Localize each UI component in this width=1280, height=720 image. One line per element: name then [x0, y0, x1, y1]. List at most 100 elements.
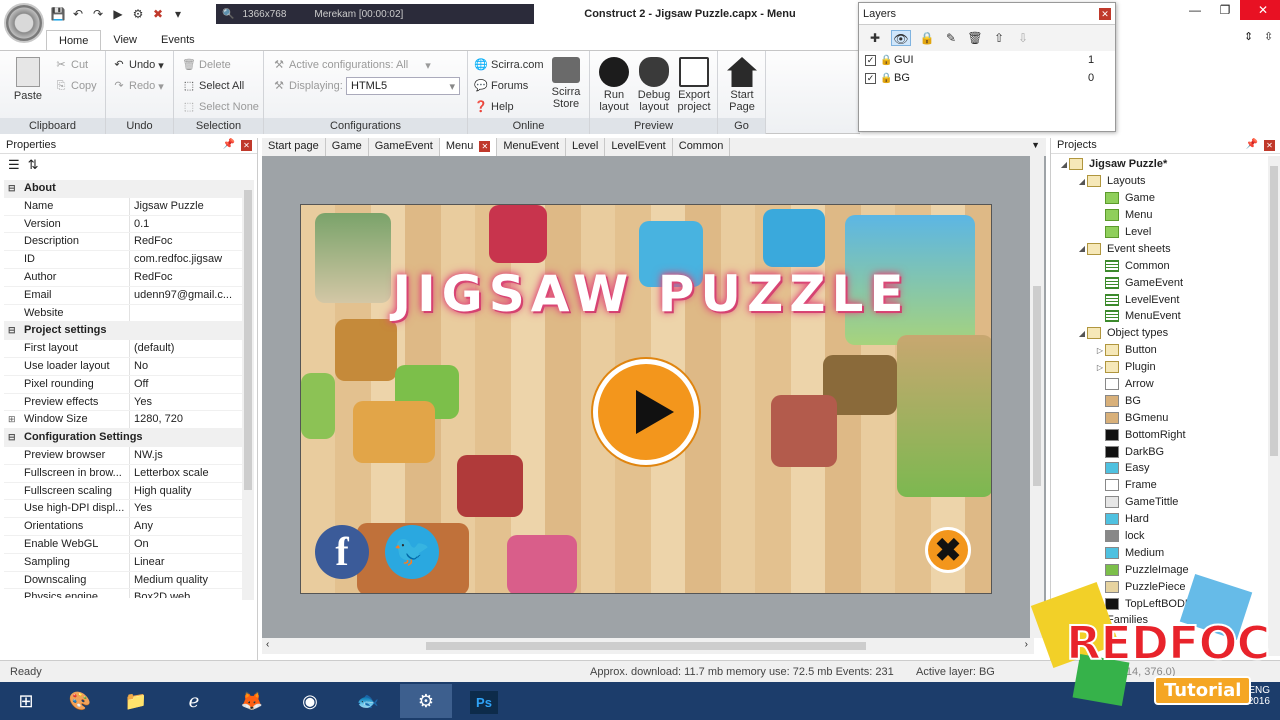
- tree-item[interactable]: ◢ Event sheets: [1051, 240, 1269, 257]
- run-layout-button[interactable]: Run layout: [594, 57, 634, 113]
- property-value[interactable]: Off: [130, 376, 240, 393]
- tree-item[interactable]: Game: [1051, 190, 1269, 207]
- redo-icon[interactable]: ↷: [90, 6, 106, 22]
- layer-row-gui[interactable]: ✓ 🔒 GUI 1: [859, 51, 1115, 69]
- construct-taskbar-icon[interactable]: ⚙: [400, 684, 452, 718]
- debug-layout-button[interactable]: Debug layout: [634, 57, 674, 113]
- puzzle-piece[interactable]: [763, 209, 825, 267]
- debug-icon[interactable]: ⚙: [130, 6, 146, 22]
- tree-item[interactable]: ▷ Plugin: [1051, 359, 1269, 376]
- scrollbar-thumb[interactable]: [244, 190, 252, 490]
- property-value[interactable]: Any: [130, 518, 240, 535]
- tab-levelevent[interactable]: LevelEvent: [605, 138, 673, 156]
- tree-item[interactable]: MenuEvent: [1051, 308, 1269, 325]
- property-value[interactable]: High quality: [130, 483, 240, 500]
- select-none-button[interactable]: ⬚ Select None: [182, 100, 259, 114]
- active-configurations-dropdown[interactable]: ⚒ Active configurations: All ▾: [272, 58, 431, 72]
- tree-item[interactable]: GameTittle: [1051, 494, 1269, 511]
- tab-common[interactable]: Common: [673, 138, 731, 156]
- scroll-right-icon[interactable]: ›: [1025, 639, 1028, 650]
- scrollbar-thumb[interactable]: [1033, 286, 1041, 486]
- tab-home[interactable]: Home: [46, 30, 102, 50]
- property-value[interactable]: (default): [130, 340, 240, 357]
- layer-visible-checkbox[interactable]: ✓: [865, 72, 876, 84]
- properties-scrollbar[interactable]: [242, 180, 254, 600]
- property-row[interactable]: Name Jigsaw Puzzle: [4, 197, 242, 216]
- layout-canvas[interactable]: JIGSAW PUZZLE f 🐦 ✖: [300, 204, 992, 594]
- scrollbar-thumb[interactable]: [1270, 166, 1278, 456]
- tree-item[interactable]: ◢ Jigsaw Puzzle*: [1051, 156, 1269, 173]
- paint-icon[interactable]: 🎨: [54, 684, 106, 718]
- tab-close-icon[interactable]: ✕: [479, 140, 491, 152]
- lock-icon[interactable]: 🔒: [919, 30, 935, 46]
- property-category[interactable]: Project settings ⊟: [4, 322, 242, 341]
- puzzle-piece[interactable]: [457, 455, 523, 517]
- property-row[interactable]: ID com.redfoc.jigsaw: [4, 251, 242, 269]
- tree-toggle-icon[interactable]: ◢: [1077, 177, 1087, 186]
- collapse-icon[interactable]: ⊟: [8, 180, 16, 198]
- tree-toggle-icon[interactable]: ◢: [1077, 329, 1087, 338]
- close-window-button[interactable]: ✕: [1240, 0, 1280, 20]
- help-link[interactable]: ❓ Help: [474, 100, 513, 114]
- paste-button[interactable]: Paste: [8, 57, 48, 102]
- internet-explorer-icon[interactable]: ℯ: [168, 684, 220, 718]
- select-all-button[interactable]: ⬚ Select All: [182, 79, 244, 93]
- twitter-button[interactable]: 🐦: [385, 525, 439, 579]
- editor-horizontal-scrollbar[interactable]: ‹ ›: [262, 638, 1034, 654]
- property-row[interactable]: First layout (default): [4, 340, 242, 358]
- puzzle-piece[interactable]: [353, 401, 435, 463]
- tab-menuevent[interactable]: MenuEvent: [497, 138, 567, 156]
- pin-icon[interactable]: 📌: [223, 139, 235, 150]
- app-icon[interactable]: 🐟: [342, 684, 394, 718]
- tabs-dropdown-icon[interactable]: ▼: [1031, 140, 1040, 150]
- minimize-button[interactable]: —: [1180, 0, 1210, 20]
- scroll-up-icon[interactable]: ⇳: [1264, 30, 1273, 43]
- tab-gameevent[interactable]: GameEvent: [369, 138, 440, 156]
- property-row[interactable]: Fullscreen scaling High quality: [4, 482, 242, 501]
- scirra-store-button[interactable]: Scirra Store: [546, 57, 586, 110]
- property-value[interactable]: Medium quality: [130, 572, 240, 589]
- redo-button[interactable]: ↷ Redo ▾: [112, 79, 163, 93]
- puzzle-piece[interactable]: [507, 535, 577, 593]
- file-explorer-icon[interactable]: 📁: [110, 684, 162, 718]
- property-row[interactable]: Website: [4, 304, 242, 323]
- property-row[interactable]: Window Size ⊞ 1280, 720: [4, 411, 242, 430]
- property-category[interactable]: About ⊟: [4, 180, 242, 198]
- property-value[interactable]: Box2D web: [130, 589, 240, 598]
- property-row[interactable]: Fullscreen in brow... Letterbox scale: [4, 464, 242, 483]
- puzzle-piece[interactable]: [897, 335, 991, 497]
- property-row[interactable]: Description RedFoc: [4, 233, 242, 252]
- tree-toggle-icon[interactable]: ▷: [1095, 346, 1105, 355]
- close-icon[interactable]: ✖: [150, 6, 166, 22]
- tab-level[interactable]: Level: [566, 138, 606, 156]
- play-button[interactable]: [593, 359, 699, 465]
- property-category[interactable]: Configuration Settings ⊟: [4, 429, 242, 447]
- property-value[interactable]: RedFoc: [130, 269, 240, 286]
- undo-icon[interactable]: ↶: [70, 6, 86, 22]
- tree-item[interactable]: Hard: [1051, 511, 1269, 528]
- tree-item[interactable]: Arrow: [1051, 376, 1269, 393]
- menu-dropdown-icon[interactable]: ▾: [170, 6, 186, 22]
- property-row[interactable]: Pixel rounding Off: [4, 375, 242, 394]
- property-row[interactable]: Sampling Linear: [4, 553, 242, 572]
- tree-item[interactable]: Easy: [1051, 460, 1269, 477]
- layer-row-bg[interactable]: ✓ 🔒 BG 0: [859, 69, 1115, 87]
- property-value[interactable]: com.redfoc.jigsaw: [130, 251, 240, 268]
- undo-button[interactable]: ↶ Undo ▾: [112, 58, 163, 72]
- help-icon[interactable]: ⇕: [1244, 30, 1253, 43]
- property-row[interactable]: Author RedFoc: [4, 268, 242, 287]
- property-row[interactable]: Physics engine Box2D web: [4, 589, 242, 598]
- tree-item[interactable]: BG: [1051, 392, 1269, 409]
- export-project-button[interactable]: Export project: [674, 57, 714, 113]
- property-value[interactable]: Letterbox scale: [130, 465, 240, 482]
- tree-item[interactable]: Medium: [1051, 544, 1269, 561]
- tab-game[interactable]: Game: [326, 138, 369, 156]
- property-row[interactable]: Preview effects Yes: [4, 393, 242, 412]
- property-row[interactable]: Use high-DPI displ... Yes: [4, 500, 242, 519]
- collapse-icon[interactable]: ⊟: [8, 322, 16, 340]
- tree-item[interactable]: BottomRight: [1051, 426, 1269, 443]
- tree-toggle-icon[interactable]: ◢: [1077, 244, 1087, 253]
- add-layer-icon[interactable]: ✚: [867, 30, 883, 46]
- tree-toggle-icon[interactable]: ▷: [1095, 363, 1105, 372]
- tree-item[interactable]: lock: [1051, 528, 1269, 545]
